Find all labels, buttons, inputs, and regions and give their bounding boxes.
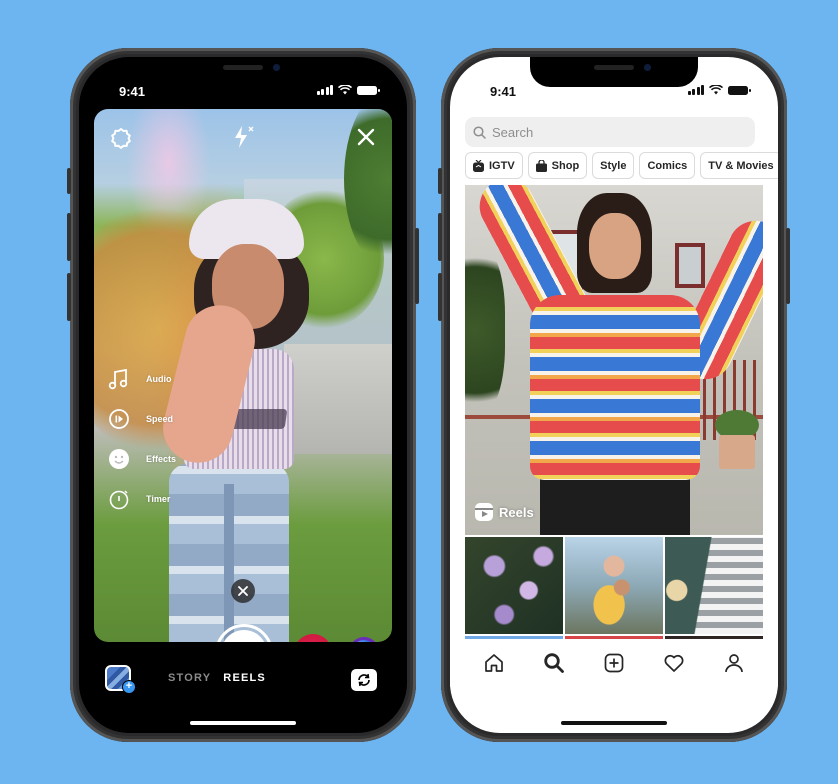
notch (530, 57, 698, 87)
music-note-icon (108, 368, 130, 390)
tab-profile[interactable] (722, 651, 746, 675)
add-post-icon (604, 653, 624, 673)
volume-up-button (67, 213, 71, 261)
camera-mode-bar: + STORY REELS (79, 657, 407, 697)
igtv-icon (473, 159, 484, 172)
close-icon (238, 586, 248, 596)
mode-reels[interactable]: REELS (223, 672, 266, 684)
tool-effects[interactable]: Effects (108, 439, 176, 479)
grid-tile-skateboard[interactable] (665, 537, 763, 634)
tool-audio[interactable]: Audio (108, 359, 176, 399)
chip-comics[interactable]: Comics (639, 152, 696, 179)
blue-sphere-effect-button[interactable] (349, 637, 379, 642)
camera-viewfinder[interactable]: Audio Speed Effects Timer (94, 109, 392, 642)
bg-road (284, 344, 392, 454)
home-icon (485, 654, 503, 672)
chip-style[interactable]: Style (592, 152, 635, 179)
shutter-inner (221, 630, 267, 642)
discard-clip-button[interactable] (231, 579, 255, 603)
chip-label: Style (600, 159, 627, 172)
status-icons (687, 85, 751, 95)
timer-icon (108, 488, 130, 510)
home-indicator[interactable] (190, 721, 296, 725)
speed-icon (108, 408, 130, 430)
wifi-icon (709, 85, 723, 95)
grid-tile-piggyback[interactable] (565, 537, 663, 634)
subject-striped-sweater (530, 295, 700, 480)
subject-jeans (169, 464, 289, 642)
effect-preview (352, 640, 376, 642)
chip-igtv[interactable]: IGTV (465, 152, 523, 179)
battery-icon (357, 85, 380, 95)
status-icons (316, 85, 380, 95)
mode-tabs: STORY REELS (168, 672, 266, 684)
earpiece-speaker (594, 65, 634, 70)
power-button (415, 228, 419, 304)
search-icon (544, 653, 564, 673)
earpiece-speaker (223, 65, 263, 70)
chip-label: Shop (551, 159, 580, 172)
screen: 9:41 Search IGTV Shop Style Comics TV & … (450, 57, 778, 733)
creative-tools: Audio Speed Effects Timer (108, 359, 176, 519)
topic-chips: IGTV Shop Style Comics TV & Movies (465, 152, 778, 179)
bg-pot (719, 435, 755, 469)
front-camera-lens (273, 64, 280, 71)
cellular-signal-icon (687, 85, 704, 95)
subject-face (589, 213, 641, 279)
battery-icon (728, 85, 751, 95)
chip-label: Comics (647, 159, 688, 172)
reels-badge: Reels (475, 503, 534, 521)
tool-label: Effects (146, 454, 177, 464)
power-button (786, 228, 790, 304)
heart-icon (664, 654, 684, 672)
glitter-effect-button[interactable] (294, 634, 332, 642)
tab-home[interactable] (482, 651, 506, 675)
mute-switch (67, 168, 71, 194)
tool-label: Timer (146, 494, 171, 504)
front-camera-lens (644, 64, 651, 71)
phone-explore: 9:41 Search IGTV Shop Style Comics TV & … (438, 48, 790, 742)
chip-label: IGTV (489, 159, 515, 172)
tool-label: Audio (146, 374, 172, 384)
volume-down-button (438, 273, 442, 321)
volume-up-button (438, 213, 442, 261)
plus-icon: + (122, 680, 136, 694)
featured-reel[interactable]: Reels (465, 185, 763, 535)
status-time: 9:41 (119, 84, 146, 99)
tool-timer[interactable]: Timer (108, 479, 176, 519)
shopping-bag-icon (535, 159, 547, 172)
mute-switch (438, 168, 442, 194)
status-time: 9:41 (490, 84, 517, 99)
chip-tv-movies[interactable]: TV & Movies (700, 152, 778, 179)
tab-search[interactable] (542, 651, 566, 675)
chip-label: TV & Movies (708, 159, 774, 172)
close-icon[interactable] (355, 126, 377, 148)
tool-speed[interactable]: Speed (108, 399, 176, 439)
cellular-signal-icon (316, 85, 333, 95)
effects-face-icon (108, 448, 130, 470)
tab-new-post[interactable] (602, 651, 626, 675)
phone-camera: 9:41 Audio Speed Effects Timer + STORY R… (67, 48, 419, 742)
bg-window (675, 243, 705, 288)
flip-camera-icon[interactable] (351, 669, 377, 691)
tab-activity[interactable] (662, 651, 686, 675)
flash-off-icon[interactable] (232, 124, 256, 150)
reels-icon (475, 503, 493, 521)
tool-label: Speed (146, 414, 174, 424)
bg-ivy (465, 245, 505, 415)
reels-label: Reels (499, 504, 534, 520)
screen: 9:41 Audio Speed Effects Timer + STORY R… (79, 57, 407, 733)
wifi-icon (338, 85, 352, 95)
profile-icon (725, 654, 743, 673)
grid-tile-flowers[interactable] (465, 537, 563, 634)
volume-down-button (67, 273, 71, 321)
chip-shop[interactable]: Shop (527, 152, 588, 179)
home-indicator[interactable] (561, 721, 667, 725)
bottom-tab-bar (450, 639, 778, 687)
mode-story[interactable]: STORY (168, 672, 211, 684)
settings-icon[interactable] (110, 127, 132, 149)
